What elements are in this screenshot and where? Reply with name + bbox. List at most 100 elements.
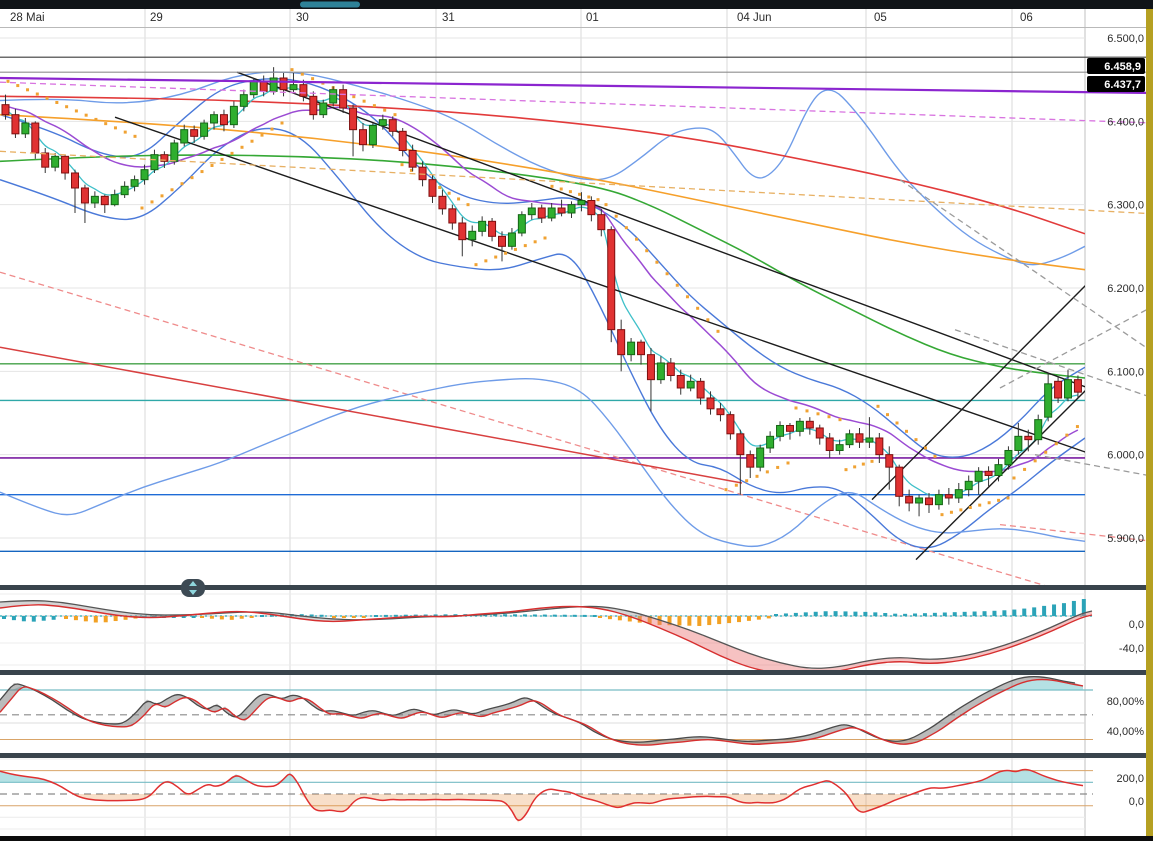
indicator-axis-label: 80,00% (1107, 696, 1145, 708)
x-axis-label: 30 (296, 12, 309, 24)
candle (666, 362, 675, 376)
candle (964, 480, 973, 491)
indicator-axis-label: -40,0 (1119, 643, 1144, 655)
candle (358, 129, 367, 146)
candle (607, 229, 616, 331)
candle (686, 380, 695, 389)
scrollbar-thumb[interactable] (300, 1, 360, 8)
candle (1024, 435, 1033, 441)
indicator-axis-label: 200,0 (1116, 773, 1144, 785)
candle (746, 454, 755, 468)
candle (269, 77, 278, 92)
candle (229, 105, 238, 126)
candle (80, 187, 89, 204)
candle (517, 214, 526, 234)
candle (905, 495, 914, 504)
price-axis-label: 6.400,0 (1107, 116, 1144, 128)
trading-chart-window: 28 Mai 29 30 31 01 04 Jun 05 06 6.500,0 6.400,0 6.… (0, 0, 1153, 841)
candle (299, 84, 308, 97)
candle (190, 129, 199, 137)
candle (567, 204, 576, 214)
x-axis-label: 05 (874, 12, 887, 24)
x-axis-label: 01 (586, 12, 599, 24)
candle (656, 362, 665, 381)
candle (924, 497, 933, 506)
candle (150, 154, 159, 171)
candle (31, 122, 40, 154)
candle (726, 414, 735, 435)
candle (805, 420, 814, 429)
candle (527, 207, 536, 216)
candle (110, 194, 119, 206)
indicator-axis-label: 0,0 (1129, 796, 1144, 808)
x-axis-label: 06 (1020, 12, 1033, 24)
candle (438, 195, 447, 210)
candle (458, 222, 467, 241)
candle (329, 89, 338, 104)
candle (239, 94, 248, 107)
candle (428, 179, 437, 197)
candle (249, 80, 258, 96)
candle (944, 494, 953, 499)
candle (1044, 383, 1053, 418)
price-axis-label: 6.000,0 (1107, 450, 1144, 462)
candle (170, 142, 179, 162)
candle (388, 119, 397, 132)
x-axis-label: 31 (442, 12, 455, 24)
candle (974, 470, 983, 482)
candle (349, 107, 358, 131)
candle (507, 232, 516, 247)
candle (795, 420, 804, 432)
candle (368, 124, 377, 146)
candle (696, 380, 705, 399)
candle (130, 179, 139, 187)
candle (210, 114, 219, 124)
candle (468, 230, 477, 241)
candle (885, 454, 894, 468)
candle (339, 89, 348, 109)
indicator-axis-label: 40,00% (1107, 726, 1145, 738)
candle (41, 152, 50, 168)
candle (11, 114, 20, 135)
panel-separator (0, 753, 1153, 758)
candle (279, 77, 288, 91)
candle (120, 185, 129, 196)
candle (1034, 419, 1043, 441)
candle (1073, 379, 1082, 393)
candle (706, 397, 715, 410)
candle (845, 433, 854, 446)
candle (448, 208, 457, 224)
candle (1004, 449, 1013, 466)
top-scrollbar-track[interactable] (0, 0, 1153, 9)
chart-canvas: 28 Mai 29 30 31 01 04 Jun 05 06 6.500,0 6.400,0 6.… (0, 0, 1153, 841)
candle (61, 155, 70, 174)
panel-splitter-handle[interactable] (181, 579, 205, 597)
candle (547, 207, 556, 219)
candle (1064, 379, 1073, 399)
window-edge-strip (1146, 9, 1153, 836)
candle (825, 437, 834, 451)
candle (537, 207, 546, 219)
candle (676, 374, 685, 389)
candle (488, 220, 497, 237)
candle (1, 104, 10, 116)
bottom-bar (0, 836, 1153, 841)
candle (597, 214, 606, 231)
candle (895, 466, 904, 497)
candle (865, 437, 874, 443)
price-axis-label: 6.300,0 (1107, 200, 1144, 212)
candle (716, 408, 725, 416)
candle (954, 489, 963, 499)
candle (776, 424, 785, 437)
candle (994, 464, 1003, 476)
panel-separator (0, 585, 1153, 590)
candle (51, 155, 60, 168)
candle (617, 329, 626, 356)
candle (180, 129, 189, 144)
candle (219, 114, 228, 126)
candle (637, 341, 646, 356)
candle (418, 166, 427, 181)
x-axis-label: 04 Jun (737, 12, 772, 24)
candle (398, 130, 407, 151)
candle (498, 235, 506, 247)
